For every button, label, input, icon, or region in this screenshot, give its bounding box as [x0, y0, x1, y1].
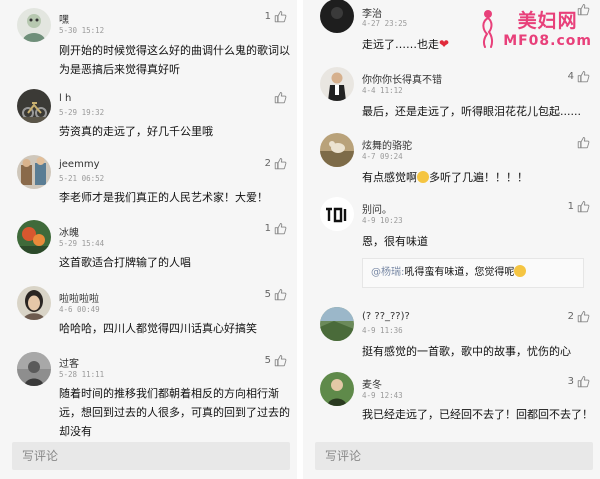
- like-count: 1: [264, 11, 271, 22]
- like-button[interactable]: 1: [265, 10, 287, 23]
- comment-text: 走远了……也走❤: [362, 35, 594, 54]
- username[interactable]: 你你你长得真不错: [362, 71, 442, 86]
- like-button[interactable]: [271, 91, 287, 104]
- avatar[interactable]: [17, 155, 51, 189]
- username[interactable]: 麦冬: [362, 376, 382, 391]
- comment-text: 这首歌适合打牌输了的人唱: [59, 256, 191, 269]
- thumbs-up-icon: [577, 71, 590, 83]
- like-button[interactable]: 1: [265, 222, 287, 235]
- thumbs-up-icon: [577, 376, 590, 388]
- timestamp: 4-9 10:23: [362, 216, 403, 225]
- like-count: 3: [567, 376, 574, 387]
- timestamp: 4-6 00:49: [59, 305, 100, 314]
- comment-input-bar: 写评论: [0, 437, 297, 479]
- avatar[interactable]: [17, 220, 51, 254]
- comment-panel-left: 嘿 5-30 15:12 1 刚开始的时候觉得这么好的曲调什么鬼的歌词以为是恶搞…: [0, 0, 297, 479]
- comment-input-bar: 写评论: [303, 437, 600, 479]
- thumbs-up-icon: [274, 92, 287, 104]
- comment-input[interactable]: 写评论: [12, 442, 290, 470]
- comment-text: 劳资真的走远了，好几千公里哦: [59, 125, 213, 138]
- username[interactable]: jeemmy: [59, 159, 99, 170]
- thumbs-up-icon: [274, 355, 287, 367]
- avatar[interactable]: [17, 352, 51, 386]
- like-button[interactable]: 4: [568, 70, 590, 83]
- like-count: 4: [567, 71, 574, 82]
- avatar[interactable]: [320, 197, 354, 231]
- timestamp: 4-4 11:12: [362, 86, 403, 95]
- like-count: 5: [264, 289, 271, 300]
- timestamp: 4-27 23:25: [362, 19, 408, 28]
- like-button[interactable]: 5: [265, 288, 287, 301]
- comment-text-part: 有点感觉啊: [362, 171, 417, 184]
- username[interactable]: 过客: [59, 355, 79, 370]
- comment-text: 哈哈哈，四川人都觉得四川话真心好搞笑: [59, 322, 257, 335]
- username[interactable]: (? ??_??)?: [362, 311, 410, 322]
- thumbs-up-icon: [274, 158, 287, 170]
- like-count: 1: [264, 223, 271, 234]
- timestamp: 5-29 15:44: [59, 239, 105, 248]
- avatar[interactable]: [320, 0, 354, 33]
- comment-text: 刚开始的时候觉得这么好的曲调什么鬼的歌词以为是恶搞后来觉得真好听: [59, 44, 290, 76]
- reply-mention[interactable]: @杨瑞:: [371, 267, 404, 278]
- timestamp: 4-9 12:43: [362, 391, 403, 400]
- like-count: 2: [567, 311, 574, 322]
- avatar[interactable]: [17, 8, 51, 42]
- timestamp: 5-28 11:11: [59, 370, 105, 379]
- comment-text: 挺有感觉的一首歌，歌中的故事，忧伤的心: [362, 345, 571, 358]
- thumbs-up-icon: [274, 11, 287, 23]
- username[interactable]: 啦啦啦啦: [59, 290, 99, 305]
- thumbs-up-icon: [577, 4, 590, 16]
- username[interactable]: 冰魄: [59, 224, 79, 239]
- thumbs-up-icon: [577, 137, 590, 149]
- like-count: 2: [264, 158, 271, 169]
- smile-emoji-icon: [417, 171, 429, 183]
- comment-text: 随着时间的推移我们都朝着相反的方向相行渐远，想回到过去的人很多，可真的回到了过去…: [59, 387, 290, 438]
- timestamp: 5-29 19:32: [59, 108, 105, 117]
- avatar[interactable]: [320, 307, 354, 341]
- like-count: 1: [567, 201, 574, 212]
- like-button[interactable]: [574, 136, 590, 149]
- timestamp: 4-7 09:24: [362, 152, 403, 161]
- thumbs-up-icon: [577, 311, 590, 323]
- timestamp: 4-9 11:36: [362, 326, 403, 335]
- like-button[interactable]: 2: [265, 157, 287, 170]
- avatar[interactable]: [320, 133, 354, 167]
- comment-text: 我已经走远了，已经回不去了！回都回不去了！: [362, 408, 593, 421]
- timestamp: 5-30 15:12: [59, 26, 105, 35]
- username[interactable]: 李治: [362, 5, 382, 20]
- smile-emoji-icon: [514, 265, 527, 277]
- comment-input[interactable]: 写评论: [315, 442, 593, 470]
- thumbs-up-icon: [274, 223, 287, 235]
- thumbs-up-icon: [274, 289, 287, 301]
- username[interactable]: 炫舞的骆驼: [362, 137, 412, 152]
- quoted-reply[interactable]: @杨瑞:吼得蛮有味道，您觉得呢: [362, 258, 584, 288]
- avatar[interactable]: [320, 372, 354, 406]
- username[interactable]: l h: [59, 93, 71, 104]
- reply-text: 吼得蛮有味道，您觉得呢: [404, 267, 515, 278]
- heart-emoji-icon: ❤: [439, 37, 450, 51]
- like-button[interactable]: 1: [568, 200, 590, 213]
- timestamp: 5-21 06:52: [59, 174, 105, 183]
- like-count: 5: [264, 355, 271, 366]
- comment-text: 最后，还是走远了，听得眼泪花花儿包起......: [362, 105, 581, 118]
- comment-text-part: 多听了几遍！！！！: [429, 171, 528, 184]
- avatar[interactable]: [320, 67, 354, 101]
- like-button[interactable]: 5: [265, 354, 287, 367]
- avatar[interactable]: [17, 89, 51, 123]
- like-button[interactable]: 3: [568, 375, 590, 388]
- username[interactable]: 嘿: [59, 11, 69, 26]
- comment-text: 有点感觉啊 多听了几遍！！！！: [362, 168, 594, 187]
- username[interactable]: 别问。: [362, 201, 392, 216]
- comment-panel-right: 美妇网 MF08.com 李治 4-27 23:25 走远了……也走❤ 你你你长…: [303, 0, 600, 479]
- like-button[interactable]: 2: [568, 310, 590, 323]
- comment-text: 李老师才是我们真正的人民艺术家！大爱！: [59, 191, 268, 204]
- avatar[interactable]: [17, 286, 51, 320]
- watermark-title: 美妇网: [517, 10, 578, 32]
- comment-text: 恩，很有味道: [362, 235, 428, 248]
- thumbs-up-icon: [577, 201, 590, 213]
- like-button[interactable]: [574, 3, 590, 16]
